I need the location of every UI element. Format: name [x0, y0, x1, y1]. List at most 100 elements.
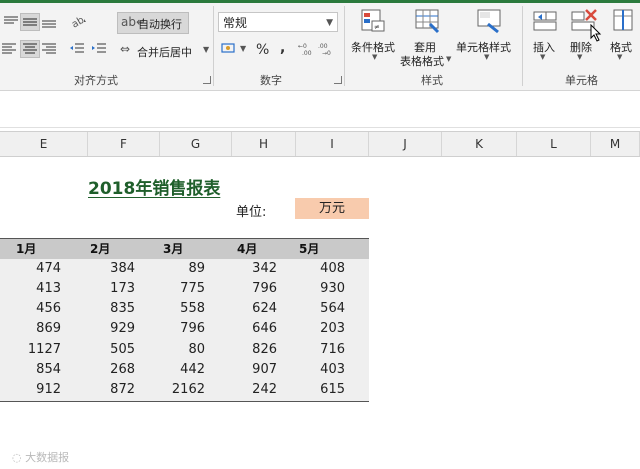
table-cell[interactable]: 930	[320, 279, 345, 299]
wrap-text-button[interactable]: ab↵ 自动换行	[117, 12, 189, 34]
table-cell[interactable]: 912	[36, 380, 61, 400]
svg-text:.00: .00	[318, 43, 328, 50]
group-separator	[522, 6, 523, 86]
group-separator	[344, 6, 345, 86]
table-cell[interactable]: 558	[180, 299, 205, 319]
increase-indent-icon[interactable]	[90, 41, 108, 57]
table-header-cell[interactable]: 5月	[299, 239, 319, 259]
increase-decimal-icon[interactable]: ←0.00	[298, 41, 316, 57]
percent-button[interactable]: %	[256, 42, 269, 58]
align-right-icon[interactable]	[40, 41, 58, 57]
table-row: 912 872 2162 242 615	[0, 380, 369, 400]
merge-center-button[interactable]: ⇔ 合并后居中 ▼	[117, 42, 212, 60]
table-cell[interactable]: 384	[110, 259, 135, 279]
table-cell[interactable]: 907	[252, 360, 277, 380]
table-cell[interactable]: 796	[180, 319, 205, 339]
table-cell[interactable]: 505	[110, 340, 135, 360]
column-header-m[interactable]: M	[591, 132, 640, 156]
table-cell[interactable]: 624	[252, 299, 277, 319]
table-cell[interactable]: 342	[252, 259, 277, 279]
align-center-icon[interactable]	[20, 40, 40, 58]
chevron-down-icon: ▼	[540, 53, 546, 61]
watermark: ◌ 大数据报	[12, 451, 70, 464]
unit-value-cell[interactable]: 万元	[295, 198, 369, 219]
orientation-icon[interactable]: ab	[70, 13, 88, 29]
table-cell[interactable]: 442	[180, 360, 205, 380]
table-header-cell[interactable]: 3月	[163, 239, 183, 259]
table-cell[interactable]: 835	[110, 299, 135, 319]
column-header-j[interactable]: J	[369, 132, 442, 156]
chevron-down-icon: ▼	[326, 18, 333, 28]
chevron-down-icon: ▼	[577, 53, 583, 61]
data-table-body: 474 384 89 342 408 413 173 775 796 930 4…	[0, 259, 369, 402]
table-cell[interactable]: 80	[188, 340, 205, 360]
table-row: 474 384 89 342 408	[0, 259, 369, 279]
table-cell[interactable]: 2162	[172, 380, 205, 400]
cell-styles-icon	[474, 6, 504, 36]
table-header-cell[interactable]: 1月	[16, 239, 36, 259]
currency-format-icon[interactable]	[220, 41, 238, 57]
column-header-f[interactable]: F	[88, 132, 160, 156]
align-top-icon[interactable]	[2, 14, 20, 30]
table-cell[interactable]: 403	[320, 360, 345, 380]
table-cell[interactable]: 242	[252, 380, 277, 400]
column-header-i[interactable]: I	[296, 132, 369, 156]
chevron-down-icon[interactable]: ▼	[240, 44, 246, 53]
table-header-cell[interactable]: 2月	[90, 239, 110, 259]
watermark-logo-icon: ◌	[12, 451, 26, 464]
decrease-indent-icon[interactable]	[68, 41, 86, 57]
number-dialog-launcher-icon[interactable]	[334, 76, 342, 84]
table-cell[interactable]: 775	[180, 279, 205, 299]
column-header-e[interactable]: E	[0, 132, 88, 156]
table-cell[interactable]: 826	[252, 340, 277, 360]
formula-bar-area[interactable]	[0, 91, 640, 128]
chevron-down-icon: ▼	[203, 45, 210, 54]
column-header-g[interactable]: G	[160, 132, 232, 156]
table-cell[interactable]: 854	[36, 360, 61, 380]
table-cell[interactable]: 872	[110, 380, 135, 400]
table-cell[interactable]: 1127	[28, 340, 61, 360]
mouse-pointer-icon	[590, 23, 602, 46]
table-cell[interactable]: 413	[36, 279, 61, 299]
table-cell[interactable]: 716	[320, 340, 345, 360]
svg-text:←0: ←0	[298, 43, 307, 50]
table-format-icon	[412, 6, 442, 36]
table-cell[interactable]: 408	[320, 259, 345, 279]
number-format-dropdown[interactable]: 常规 ▼	[218, 12, 338, 32]
table-row: 413 173 775 796 930	[0, 279, 369, 299]
table-cell[interactable]: 615	[320, 380, 345, 400]
comma-button[interactable]: ,	[280, 40, 285, 56]
table-cell[interactable]: 89	[188, 259, 205, 279]
column-header-h[interactable]: H	[232, 132, 296, 156]
align-bottom-icon[interactable]	[40, 14, 58, 30]
align-middle-icon[interactable]	[20, 13, 40, 31]
table-cell[interactable]: 646	[252, 319, 277, 339]
table-cell[interactable]: 929	[110, 319, 135, 339]
table-format-button-line2[interactable]: 表格格式	[400, 53, 444, 69]
table-cell[interactable]: 456	[36, 299, 61, 319]
table-row: 854 268 442 907 403	[0, 360, 369, 380]
insert-cells-icon	[530, 6, 560, 36]
table-cell[interactable]: 564	[320, 299, 345, 319]
column-header-k[interactable]: K	[442, 132, 517, 156]
table-cell[interactable]: 268	[110, 360, 135, 380]
align-left-icon[interactable]	[0, 41, 18, 57]
merge-center-icon: ⇔	[120, 42, 131, 56]
decrease-decimal-icon[interactable]: .00 →0	[318, 41, 336, 57]
unit-label[interactable]: 单位:	[236, 201, 266, 220]
table-cell[interactable]: 474	[36, 259, 61, 279]
alignment-dialog-launcher-icon[interactable]	[203, 76, 211, 84]
group-separator	[213, 6, 214, 86]
table-cell[interactable]: 203	[320, 319, 345, 339]
table-cell[interactable]: 173	[110, 279, 135, 299]
table-row: 456 835 558 624 564	[0, 299, 369, 319]
column-header-l[interactable]: L	[517, 132, 591, 156]
table-cell[interactable]: 869	[36, 319, 61, 339]
column-header-row: E F G H I J K L M	[0, 131, 640, 157]
report-title[interactable]: 2018年销售报表	[88, 174, 220, 199]
table-cell[interactable]: 796	[252, 279, 277, 299]
table-header-cell[interactable]: 4月	[237, 239, 257, 259]
svg-text:ab: ab	[70, 15, 86, 29]
chevron-down-icon: ▼	[484, 53, 490, 61]
chevron-down-icon: ▼	[617, 53, 623, 61]
